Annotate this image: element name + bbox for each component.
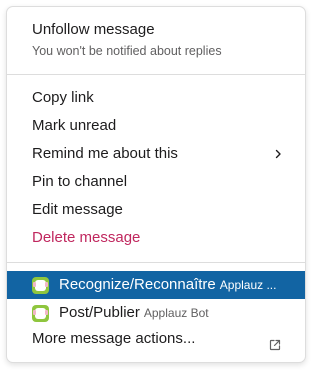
mark-unread-item[interactable]: Mark unread xyxy=(7,112,305,140)
recognize-shortcut-bot-name: Applauz ... xyxy=(219,278,277,292)
post-shortcut-bot-name: Applauz Bot xyxy=(143,306,209,320)
post-shortcut-item[interactable]: Post/Publier Applauz Bot xyxy=(7,299,305,327)
pin-to-channel-item[interactable]: Pin to channel xyxy=(7,168,305,196)
more-message-actions-label: More message actions... xyxy=(32,330,196,347)
applauz-bot-icon xyxy=(32,305,49,322)
recognize-shortcut-label: Recognize/Reconnaître xyxy=(59,276,216,293)
post-shortcut-label-group: Post/Publier Applauz Bot xyxy=(59,299,209,327)
delete-message-item[interactable]: Delete message xyxy=(7,224,305,252)
remind-me-label: Remind me about this xyxy=(32,145,178,162)
message-actions-menu: Unfollow message You won't be notified a… xyxy=(6,6,306,363)
menu-divider xyxy=(7,74,305,75)
delete-message-label: Delete message xyxy=(32,229,141,246)
more-message-actions-item[interactable]: More message actions... xyxy=(7,325,305,353)
copy-link-item[interactable]: Copy link xyxy=(7,84,305,112)
copy-link-label: Copy link xyxy=(32,89,94,106)
recognize-shortcut-item[interactable]: Recognize/Reconnaître Applauz ... xyxy=(7,271,305,299)
remind-me-item[interactable]: Remind me about this xyxy=(7,140,305,168)
applauz-bot-icon xyxy=(32,277,49,294)
external-link-icon xyxy=(269,333,281,351)
menu-divider xyxy=(7,262,305,263)
post-shortcut-label: Post/Publier xyxy=(59,304,140,321)
recognize-shortcut-label-group: Recognize/Reconnaître Applauz ... xyxy=(59,271,276,299)
pin-to-channel-label: Pin to channel xyxy=(32,173,128,190)
edit-message-label: Edit message xyxy=(32,201,123,218)
unfollow-message-description: You won't be notified about replies xyxy=(32,44,222,58)
mark-unread-label: Mark unread xyxy=(32,117,117,134)
edit-message-item[interactable]: Edit message xyxy=(7,196,305,224)
unfollow-message-item[interactable]: Unfollow message You won't be notified a… xyxy=(7,19,305,63)
unfollow-message-label: Unfollow message xyxy=(32,21,155,38)
